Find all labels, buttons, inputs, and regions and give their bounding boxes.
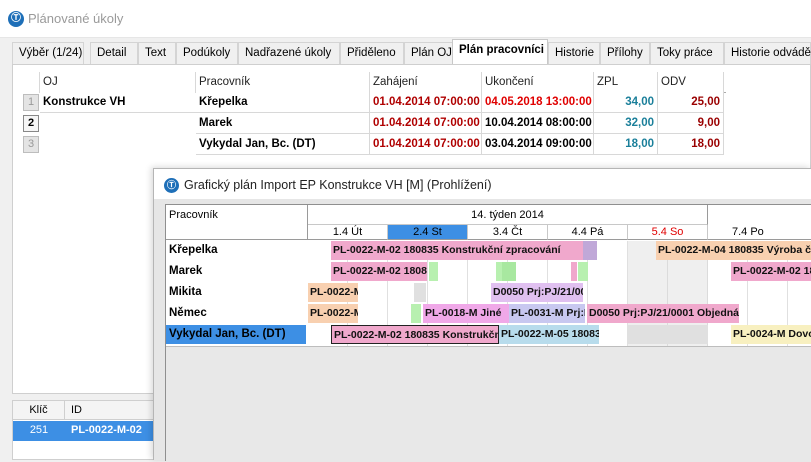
tab-plan-oj[interactable]: Plán OJ: [404, 42, 454, 64]
table-row[interactable]: 3 Vykydal Jan, Bc. (DT) 01.04.2014 07:00…: [22, 134, 726, 155]
col-id[interactable]: ID: [71, 401, 151, 420]
grid-header-row: OJ Pracovník Zahájení Ukončení ZPL ODV: [22, 72, 726, 93]
cell-start[interactable]: 01.04.2014 07:00:00: [370, 113, 482, 134]
gantt-bar-segment[interactable]: [578, 262, 588, 281]
col-oj[interactable]: OJ: [40, 72, 196, 93]
col-start[interactable]: Zahájení: [370, 72, 482, 93]
graphic-plan-title-bar[interactable]: Ⓣ Grafický plán Import EP Konstrukce VH …: [154, 169, 811, 199]
tab-historie-odvadeni[interactable]: Historie odváděn: [724, 42, 811, 64]
window-title: Plánované úkoly: [28, 11, 124, 26]
gantt-worker-header: Pracovník: [169, 209, 218, 221]
col-end[interactable]: Ukončení: [482, 72, 594, 93]
cell-zpl[interactable]: 34,00: [594, 92, 658, 113]
key-grid-header: Klíč ID: [13, 401, 153, 420]
col-zpl[interactable]: ZPL: [594, 72, 658, 93]
gantt-bar[interactable]: D0050 Prj:PJ/21/0001 Objednávka: [587, 304, 739, 323]
gantt-bar-segment[interactable]: [414, 283, 426, 302]
gantt-bar-segment[interactable]: [411, 304, 421, 323]
gantt-bar[interactable]: PL-0022-M-02 1808: [331, 262, 427, 281]
col-odv[interactable]: ODV: [658, 72, 724, 93]
gantt-row-label[interactable]: Marek: [166, 262, 306, 281]
gantt-bar[interactable]: PL-0022-M-: [308, 283, 358, 302]
gantt-bar[interactable]: PL-0018-M Jiné: [423, 304, 509, 323]
day-header-selected[interactable]: 2.4 St: [388, 225, 468, 240]
cell-worker[interactable]: Křepelka: [196, 92, 370, 113]
day-header[interactable]: 1.4 Út: [308, 225, 388, 240]
tab-nadrazene-ukoly[interactable]: Nadřazené úkoly: [238, 42, 340, 64]
gantt-bar[interactable]: PL-0022-M-02 180835 Konstrukční zpracová…: [331, 241, 583, 260]
cell-odv[interactable]: 9,00: [658, 113, 724, 134]
col-key[interactable]: Klíč: [13, 401, 65, 420]
app-logo-icon: Ⓣ: [8, 11, 24, 27]
cell-oj[interactable]: [40, 134, 196, 155]
cell-oj[interactable]: [40, 113, 196, 134]
gantt-bar[interactable]: PL-0022-M-04 180835 Výroba části: [656, 241, 811, 260]
gantt-bar-segment[interactable]: [628, 325, 708, 344]
table-row[interactable]: 251 PL-0022-M-02: [13, 421, 153, 441]
cell-start[interactable]: 01.04.2014 07:00:00: [370, 92, 482, 113]
tab-detail[interactable]: Detail: [90, 42, 138, 64]
graphic-plan-title: Grafický plán Import EP Konstrukce VH [M…: [184, 178, 492, 192]
row-number[interactable]: 1: [23, 94, 39, 111]
gantt-bar-segment[interactable]: [502, 262, 516, 281]
tab-text[interactable]: Text: [138, 42, 176, 64]
key-grid: Klíč ID 251 PL-0022-M-02: [12, 400, 154, 460]
row-number[interactable]: 2: [23, 115, 39, 132]
cell-end[interactable]: 10.04.2014 08:00:00: [482, 113, 594, 134]
title-bar: Ⓣ Plánované úkoly: [0, 0, 811, 38]
tab-prideleno[interactable]: Přiděleno: [340, 42, 404, 64]
gantt-row-label-selected[interactable]: Vykydal Jan, Bc. (DT): [166, 325, 306, 344]
tab-vyber[interactable]: Výběr (1/24): [12, 42, 84, 64]
cell-worker[interactable]: Marek: [196, 113, 370, 134]
tab-bar: Výběr (1/24) Detail Text Podúkoly Nadřaz…: [12, 38, 811, 65]
graphic-plan-window: Ⓣ Grafický plán Import EP Konstrukce VH …: [153, 168, 811, 462]
cell-zpl[interactable]: 32,00: [594, 113, 658, 134]
cell-odv[interactable]: 18,00: [658, 134, 724, 155]
app-logo-icon: Ⓣ: [164, 178, 179, 193]
cell-worker[interactable]: Vykydal Jan, Bc. (DT): [196, 134, 370, 155]
tab-historie[interactable]: Historie: [548, 42, 600, 64]
table-row[interactable]: 1 Konstrukce VH Křepelka 01.04.2014 07:0…: [22, 92, 726, 113]
cell-end[interactable]: 03.04.2014 09:00:00: [482, 134, 594, 155]
gantt-bar[interactable]: PL-0022-M-: [308, 304, 358, 323]
gantt-row-label[interactable]: Mikita: [166, 283, 306, 302]
row-number[interactable]: 3: [23, 136, 39, 153]
tab-podukoly[interactable]: Podúkoly: [176, 42, 238, 64]
gantt-bar[interactable]: PL-0031-M Prj:I: [509, 304, 585, 323]
gantt-bar-selected[interactable]: PL-0022-M-02 180835 Konstrukční zpr: [331, 325, 499, 344]
gantt-empty-area: [166, 346, 811, 462]
gantt-row-label[interactable]: Křepelka: [166, 241, 306, 260]
tab-plan-pracovnici[interactable]: Plán pracovníci: [452, 39, 548, 65]
day-header[interactable]: 3.4 Čt: [468, 225, 548, 240]
tab-toky-prace[interactable]: Toky práce: [650, 42, 724, 64]
tab-prilohy[interactable]: Přílohy: [600, 42, 650, 64]
week-label: 14. týden 2014: [308, 205, 708, 225]
gantt-bar[interactable]: PL-0022-M-02 18: [731, 262, 811, 281]
day-header[interactable]: 4.4 Pá: [548, 225, 628, 240]
gantt-bar-segment[interactable]: [429, 262, 438, 281]
day-header-weekend[interactable]: 5.4 So: [628, 225, 708, 240]
cell-zpl[interactable]: 18,00: [594, 134, 658, 155]
cell-id[interactable]: PL-0022-M-02: [71, 421, 153, 441]
gantt-bar[interactable]: D0050 Prj:PJ/21/0001: [491, 283, 583, 302]
col-worker[interactable]: Pracovník: [196, 72, 370, 93]
table-row[interactable]: 2 Marek 01.04.2014 07:00:00 10.04.2014 0…: [22, 113, 726, 134]
day-header[interactable]: 7.4 Po: [708, 225, 811, 240]
cell-oj[interactable]: Konstrukce VH: [40, 92, 196, 113]
gantt-chart: Pracovník 14. týden 2014 1.4 Út 2.4 St 3…: [165, 204, 811, 462]
cell-odv[interactable]: 25,00: [658, 92, 724, 113]
gantt-bar[interactable]: PL-0022-M-05 180835 M: [499, 325, 599, 344]
gantt-bar[interactable]: PL-0024-M Dovole: [731, 325, 811, 344]
gantt-bar-segment[interactable]: [571, 262, 577, 281]
cell-key[interactable]: 251: [13, 421, 65, 441]
gantt-bar-segment[interactable]: [583, 241, 597, 260]
cell-end[interactable]: 04.05.2018 13:00:00: [482, 92, 594, 113]
gantt-row-label[interactable]: Němec: [166, 304, 306, 323]
cell-start[interactable]: 01.04.2014 07:00:00: [370, 134, 482, 155]
